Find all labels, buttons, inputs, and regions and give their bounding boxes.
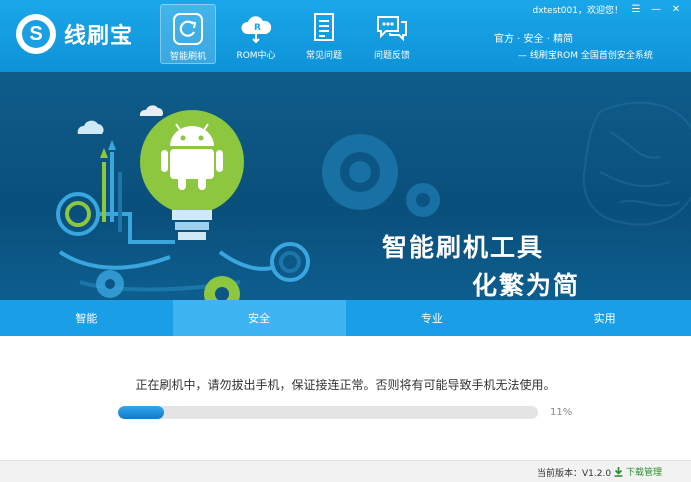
flash-status-panel: 正在刷机中，请勿拔出手机，保证接连正常。否则将有可能导致手机无法使用。 11% <box>0 336 691 460</box>
feature-tabs: 智能 安全 专业 实用 <box>0 300 691 336</box>
slogan-line1: 官方 · 安全 · 精简 <box>494 34 574 45</box>
tab-practical[interactable]: 实用 <box>518 300 691 336</box>
cloud-icon <box>77 120 104 134</box>
app-name: 线刷宝 <box>64 24 134 49</box>
tab-safe[interactable]: 安全 <box>172 300 346 336</box>
flash-progress-bar <box>118 406 538 419</box>
nav-smart-flash[interactable]: 智能刷机 <box>160 4 216 64</box>
cloud-rom-icon: R <box>241 16 272 44</box>
banner-illustration <box>56 101 691 300</box>
nav-label: 问题反馈 <box>373 51 410 61</box>
promo-banner: 智能刷机工具 化繁为简 <box>0 72 691 300</box>
download-manager-link[interactable]: 下载管理 <box>614 465 662 478</box>
brain-outline-icon <box>582 101 691 226</box>
tab-smart[interactable]: 智能 <box>0 300 173 336</box>
nav-label: 常见问题 <box>305 51 342 61</box>
lightbulb-android-icon <box>140 110 244 240</box>
gear-icon <box>406 183 440 217</box>
main-nav: 智能刷机 R ROM中心 常见问题 问题反馈 <box>160 4 432 64</box>
flash-status-message: 正在刷机中，请勿拔出手机，保证接连正常。否则将有可能导致手机无法使用。 <box>135 378 556 392</box>
app-header: S 线刷宝 智能刷机 R ROM中心 常见问题 问题反馈 dxtest001，欢… <box>0 0 691 72</box>
nav-faq[interactable]: 常见问题 <box>296 4 352 64</box>
status-footer: 当前版本：V1.2.0 下载管理 <box>0 460 691 482</box>
app-logo: S 线刷宝 <box>16 14 133 54</box>
gear-icon <box>322 134 398 210</box>
menu-icon[interactable]: ☰ <box>629 4 643 16</box>
flash-refresh-icon <box>173 13 203 45</box>
slogan-line2: — 线刷宝ROM 全国首创安全系统 <box>518 51 653 61</box>
banner-title-line2: 化繁为简 <box>472 271 581 300</box>
download-label: 下载管理 <box>626 468 663 478</box>
nav-label: ROM中心 <box>236 51 276 61</box>
nav-rom-center[interactable]: R ROM中心 <box>228 4 284 64</box>
logo-mark-icon: S <box>16 14 56 54</box>
close-icon[interactable]: ✕ <box>669 4 683 16</box>
progress-percent: 11% <box>550 407 573 418</box>
document-icon <box>314 13 334 41</box>
nav-feedback[interactable]: 问题反馈 <box>364 4 420 64</box>
nav-label: 智能刷机 <box>169 52 206 62</box>
user-greeting: dxtest001，欢迎您！ <box>532 6 623 16</box>
user-bar: dxtest001，欢迎您！ ☰ — ✕ <box>532 3 683 17</box>
minimize-icon[interactable]: — <box>649 4 663 16</box>
tab-professional[interactable]: 专业 <box>346 300 519 336</box>
svg-text:R: R <box>254 23 261 33</box>
progress-fill <box>118 406 165 419</box>
version-label: 当前版本：V1.2.0 <box>537 469 612 479</box>
banner-title-line1: 智能刷机工具 <box>382 233 545 262</box>
download-arrow-icon <box>614 466 623 477</box>
chat-bubble-icon <box>377 16 407 42</box>
